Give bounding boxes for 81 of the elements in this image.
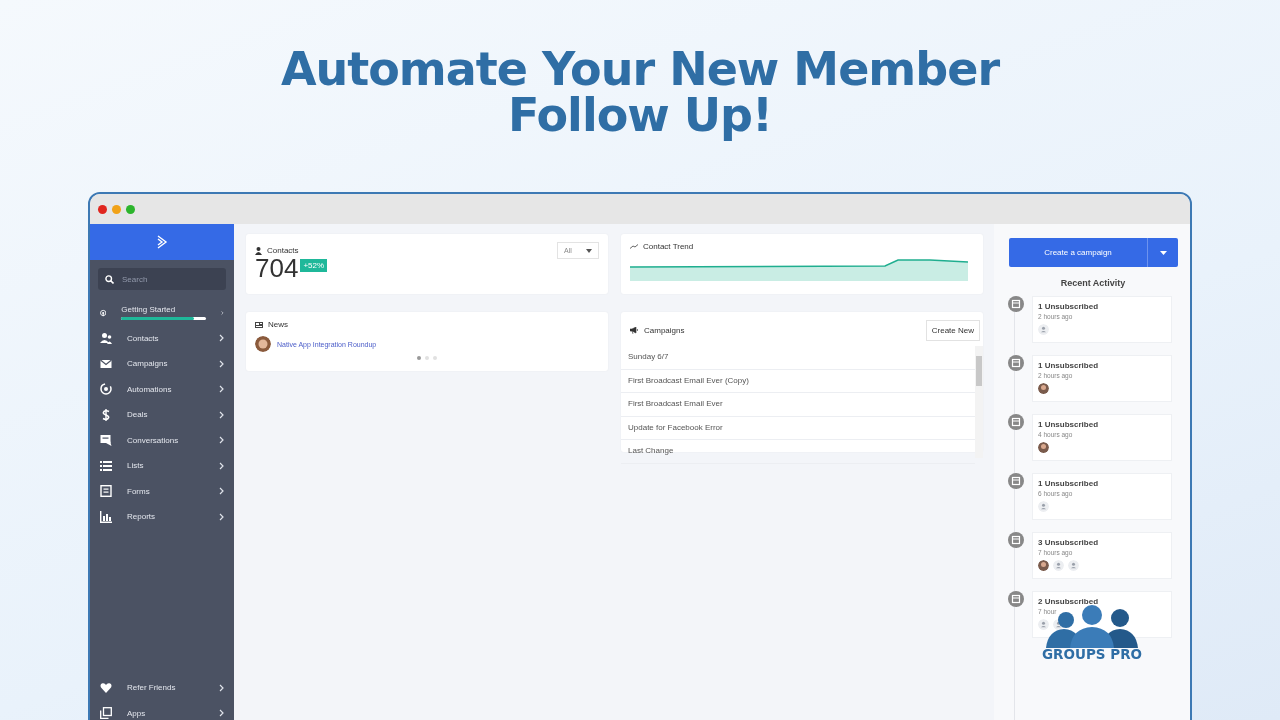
chevron-right-icon (219, 683, 224, 692)
newspaper-icon (255, 321, 263, 328)
sidebar-item[interactable]: Refer Friends (90, 675, 234, 701)
avatar (1038, 560, 1049, 571)
person-icon (255, 246, 262, 255)
avatar-placeholder-icon (1038, 619, 1049, 630)
sidebar-item[interactable]: Forms (90, 478, 234, 504)
sidebar-item-icon (100, 707, 112, 720)
chevron-right-icon (219, 410, 224, 419)
avatar-placeholder-icon (1053, 560, 1064, 571)
avatar (1038, 383, 1049, 394)
contact-count: 704 (255, 255, 299, 281)
sidebar-item-icon (100, 383, 112, 396)
unsubscribe-icon (1008, 532, 1024, 548)
chevron-right-icon (219, 385, 224, 394)
campaign-row[interactable]: Update for Facebook Error (621, 416, 975, 440)
search-icon (105, 274, 114, 284)
caret-icon (586, 248, 592, 253)
megaphone-icon (630, 327, 639, 334)
avatar-placeholder-icon (1038, 501, 1049, 512)
chevron-right-icon (219, 334, 224, 343)
sidebar-item[interactable]: Conversations (90, 427, 234, 453)
sidebar-item-icon (100, 408, 112, 421)
sidebar-item-icon (100, 510, 112, 523)
unsubscribe-icon (1008, 473, 1024, 489)
logo-text: GROUPS PRO (1042, 646, 1142, 662)
close-dot[interactable] (98, 204, 107, 214)
campaign-row[interactable]: Last Change (621, 440, 975, 464)
chevron-right-icon (219, 512, 224, 521)
create-new-button[interactable]: Create New (925, 320, 980, 341)
activity-title: 1 Unsubscribed (1038, 361, 1099, 370)
search-field[interactable]: Search (98, 268, 226, 290)
sidebar-item-icon (100, 485, 112, 498)
sidebar-item-icon (100, 332, 112, 345)
unsubscribe-icon (1008, 355, 1024, 371)
sidebar-item-icon (100, 681, 112, 694)
unsubscribe-icon (1008, 414, 1024, 430)
avatar-placeholder-icon (1038, 324, 1049, 335)
sidebar-item[interactable]: Contacts (90, 325, 234, 351)
campaign-row[interactable]: First Broadcast Email Ever (Copy) (621, 369, 975, 393)
sidebar-item-icon (100, 459, 112, 472)
avatar (255, 336, 271, 352)
chevron-right-icon (219, 709, 224, 718)
card-title: News (268, 320, 288, 329)
sidebar-item-icon (100, 434, 112, 447)
caret-icon (1159, 250, 1167, 255)
sidebar-item[interactable]: Apps (90, 700, 234, 720)
section-title: Recent Activity (1059, 278, 1127, 288)
avatar (1038, 442, 1049, 453)
card-title: Contacts (267, 246, 299, 255)
chevron-right-icon (219, 487, 224, 496)
chevron-right-icon (219, 436, 224, 445)
trend-icon (630, 244, 638, 249)
sidebar-item[interactable]: Reports (90, 504, 234, 530)
activity-title: 1 Unsubscribed (1038, 420, 1099, 429)
campaign-row[interactable]: Sunday 6/7 (621, 346, 975, 370)
activity-title: 2 Unsubscribed (1038, 597, 1099, 606)
sidebar-item[interactable]: Lists (90, 453, 234, 479)
pager-dot[interactable] (417, 356, 421, 360)
sidebar-item[interactable]: Automations (90, 376, 234, 402)
minimize-dot[interactable] (112, 204, 121, 214)
change-badge: +52% (300, 259, 328, 272)
activity-title: 1 Unsubscribed (1038, 302, 1099, 311)
sidebar-item[interactable]: Campaigns (90, 351, 234, 377)
activity-title: 1 Unsubscribed (1038, 479, 1099, 488)
chevron-right-icon (221, 308, 224, 317)
activity-title: 3 Unsubscribed (1038, 538, 1099, 547)
maximize-dot[interactable] (126, 204, 135, 214)
card-title: Campaigns (644, 326, 685, 335)
avatar-placeholder-icon (1068, 560, 1079, 571)
unsubscribe-icon (1008, 296, 1024, 312)
chevron-right-icon (219, 461, 224, 470)
chevron-right-icon (219, 359, 224, 368)
chevron-logo-icon[interactable] (156, 235, 168, 249)
sidebar-item[interactable]: Getting Started (90, 300, 234, 326)
sidebar-item[interactable]: Deals (90, 402, 234, 428)
unsubscribe-icon (1008, 591, 1024, 607)
campaign-row[interactable]: First Broadcast Email Ever (621, 393, 975, 417)
sidebar-item-icon (100, 357, 112, 370)
card-title: Contact Trend (643, 242, 694, 251)
scrollbar[interactable] (975, 346, 983, 458)
